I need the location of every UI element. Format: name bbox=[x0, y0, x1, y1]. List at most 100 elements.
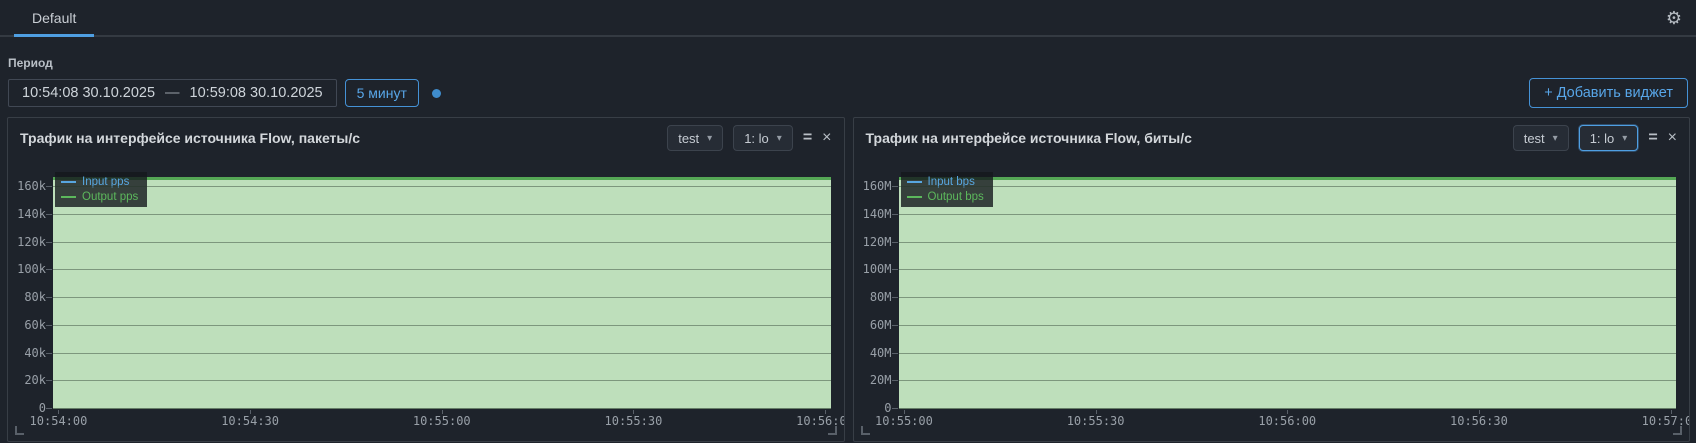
grid-line bbox=[53, 353, 831, 354]
y-tick-label: 100M bbox=[863, 262, 892, 276]
y-tick-mark bbox=[46, 297, 52, 298]
y-tick-label: 140M bbox=[863, 207, 892, 221]
legend-swatch bbox=[61, 196, 76, 198]
y-tick-mark bbox=[46, 325, 52, 326]
legend-swatch bbox=[907, 196, 922, 198]
x-tick-label: 10:55:30 bbox=[1067, 414, 1125, 428]
y-tick-mark bbox=[892, 297, 898, 298]
y-tick-mark bbox=[46, 186, 52, 187]
plot-area[interactable]: Input bps Output bps bbox=[899, 177, 1677, 409]
grid-line bbox=[53, 186, 831, 187]
y-tick-label: 120M bbox=[863, 235, 892, 249]
live-indicator-dot bbox=[432, 89, 441, 98]
y-tick-mark bbox=[892, 408, 898, 409]
y-tick-mark bbox=[46, 353, 52, 354]
y-tick-label: 160M bbox=[863, 179, 892, 193]
legend-label: Output pps bbox=[82, 191, 138, 203]
y-tick-label: 0 bbox=[39, 401, 46, 415]
y-tick-mark bbox=[892, 380, 898, 381]
grid-line bbox=[899, 380, 1677, 381]
resize-handle-bottom-right[interactable] bbox=[828, 426, 837, 435]
chart-bps: 160M 140M 120M 100M 80M 60M 40M 20M 0 Input bps … bbox=[854, 118, 1690, 441]
x-tick-label: 10:54:00 bbox=[30, 414, 88, 428]
y-tick-mark bbox=[892, 242, 898, 243]
y-axis: 160k140k120k100k80k60k40k20k0 bbox=[8, 180, 46, 408]
legend-item-output[interactable]: Output pps bbox=[61, 189, 138, 204]
x-tick-label: 10:55:00 bbox=[875, 414, 933, 428]
grid-line bbox=[53, 242, 831, 243]
period-label: Период bbox=[8, 56, 1688, 70]
grid-line bbox=[899, 325, 1677, 326]
x-tick-label: 10:56:00 bbox=[1258, 414, 1316, 428]
resize-handle-bottom-left[interactable] bbox=[861, 426, 870, 435]
y-tick-label: 100k bbox=[17, 262, 46, 276]
grid-line bbox=[899, 353, 1677, 354]
grid-line bbox=[899, 297, 1677, 298]
y-axis: 160M140M120M100M80M60M40M20M0 bbox=[854, 180, 892, 408]
y-tick-mark bbox=[46, 408, 52, 409]
y-tick-mark bbox=[892, 186, 898, 187]
widget-panel-pps: Трафик на интерфейсе источника Flow, пак… bbox=[7, 117, 845, 442]
legend-label: Output bps bbox=[928, 191, 984, 203]
grid-line bbox=[899, 214, 1677, 215]
y-tick-mark bbox=[892, 214, 898, 215]
y-tick-mark bbox=[892, 353, 898, 354]
y-tick-mark bbox=[46, 214, 52, 215]
time-range-picker[interactable]: 10:54:08 30.10.2025 — 10:59:08 30.10.202… bbox=[8, 79, 337, 107]
x-tick-label: 10:56:00 bbox=[796, 414, 844, 428]
tab-label: Default bbox=[32, 10, 76, 26]
grid-line bbox=[899, 269, 1677, 270]
y-tick-label: 80k bbox=[24, 290, 46, 304]
x-tick-label: 10:55:00 bbox=[413, 414, 471, 428]
tab-default[interactable]: Default bbox=[14, 0, 94, 35]
grid-line bbox=[899, 186, 1677, 187]
gear-icon[interactable]: ⚙ bbox=[1666, 9, 1682, 27]
legend-swatch bbox=[61, 181, 76, 183]
y-tick-label: 60k bbox=[24, 318, 46, 332]
x-tick-label: 10:57:00 bbox=[1642, 414, 1690, 428]
grid-line bbox=[53, 380, 831, 381]
x-axis: 10:55:0010:55:3010:56:0010:56:3010:57:00 bbox=[899, 414, 1677, 429]
resize-handle-bottom-right[interactable] bbox=[1673, 426, 1682, 435]
add-widget-button[interactable]: + Добавить виджет bbox=[1529, 78, 1688, 108]
x-tick-label: 10:54:30 bbox=[221, 414, 279, 428]
legend-item-output[interactable]: Output bps bbox=[907, 189, 984, 204]
chart-legend: Input bps Output bps bbox=[901, 172, 993, 207]
tab-bar: Default ⚙ bbox=[0, 0, 1696, 37]
y-tick-label: 120k bbox=[17, 235, 46, 249]
y-tick-mark bbox=[46, 242, 52, 243]
time-separator: — bbox=[165, 85, 180, 101]
y-tick-label: 0 bbox=[884, 401, 891, 415]
y-tick-mark bbox=[892, 325, 898, 326]
grid-line bbox=[899, 242, 1677, 243]
resize-handle-bottom-left[interactable] bbox=[15, 426, 24, 435]
legend-swatch bbox=[907, 181, 922, 183]
y-tick-label: 40k bbox=[24, 346, 46, 360]
time-from: 10:54:08 30.10.2025 bbox=[22, 85, 155, 101]
y-tick-label: 80M bbox=[870, 290, 892, 304]
grid-line bbox=[53, 325, 831, 326]
y-tick-label: 20k bbox=[24, 373, 46, 387]
grid-line bbox=[53, 297, 831, 298]
x-tick-label: 10:56:30 bbox=[1450, 414, 1508, 428]
y-tick-label: 140k bbox=[17, 207, 46, 221]
period-section: Период 10:54:08 30.10.2025 — 10:59:08 30… bbox=[0, 37, 1696, 108]
period-controls-row: 10:54:08 30.10.2025 — 10:59:08 30.10.202… bbox=[8, 78, 1688, 108]
preset-5min-button[interactable]: 5 минут bbox=[345, 79, 419, 107]
widget-panel-bps: Трафик на интерфейсе источника Flow, бит… bbox=[853, 117, 1691, 442]
y-tick-mark bbox=[46, 380, 52, 381]
chart-legend: Input pps Output pps bbox=[55, 172, 147, 207]
plot-area[interactable]: Input pps Output pps bbox=[53, 177, 831, 409]
chart-pps: 160k 140k 120k 100k 80k 60k 40k 20k 0 Input pps … bbox=[8, 118, 844, 441]
grid-line bbox=[53, 269, 831, 270]
x-tick-label: 10:55:30 bbox=[604, 414, 662, 428]
grid-line bbox=[53, 214, 831, 215]
y-tick-label: 160k bbox=[17, 179, 46, 193]
y-tick-label: 40M bbox=[870, 346, 892, 360]
y-tick-label: 60M bbox=[870, 318, 892, 332]
time-to: 10:59:08 30.10.2025 bbox=[190, 85, 323, 101]
y-tick-mark bbox=[892, 269, 898, 270]
y-tick-mark bbox=[46, 269, 52, 270]
widgets-row: Трафик на интерфейсе источника Flow, пак… bbox=[0, 117, 1696, 442]
y-tick-label: 20M bbox=[870, 373, 892, 387]
